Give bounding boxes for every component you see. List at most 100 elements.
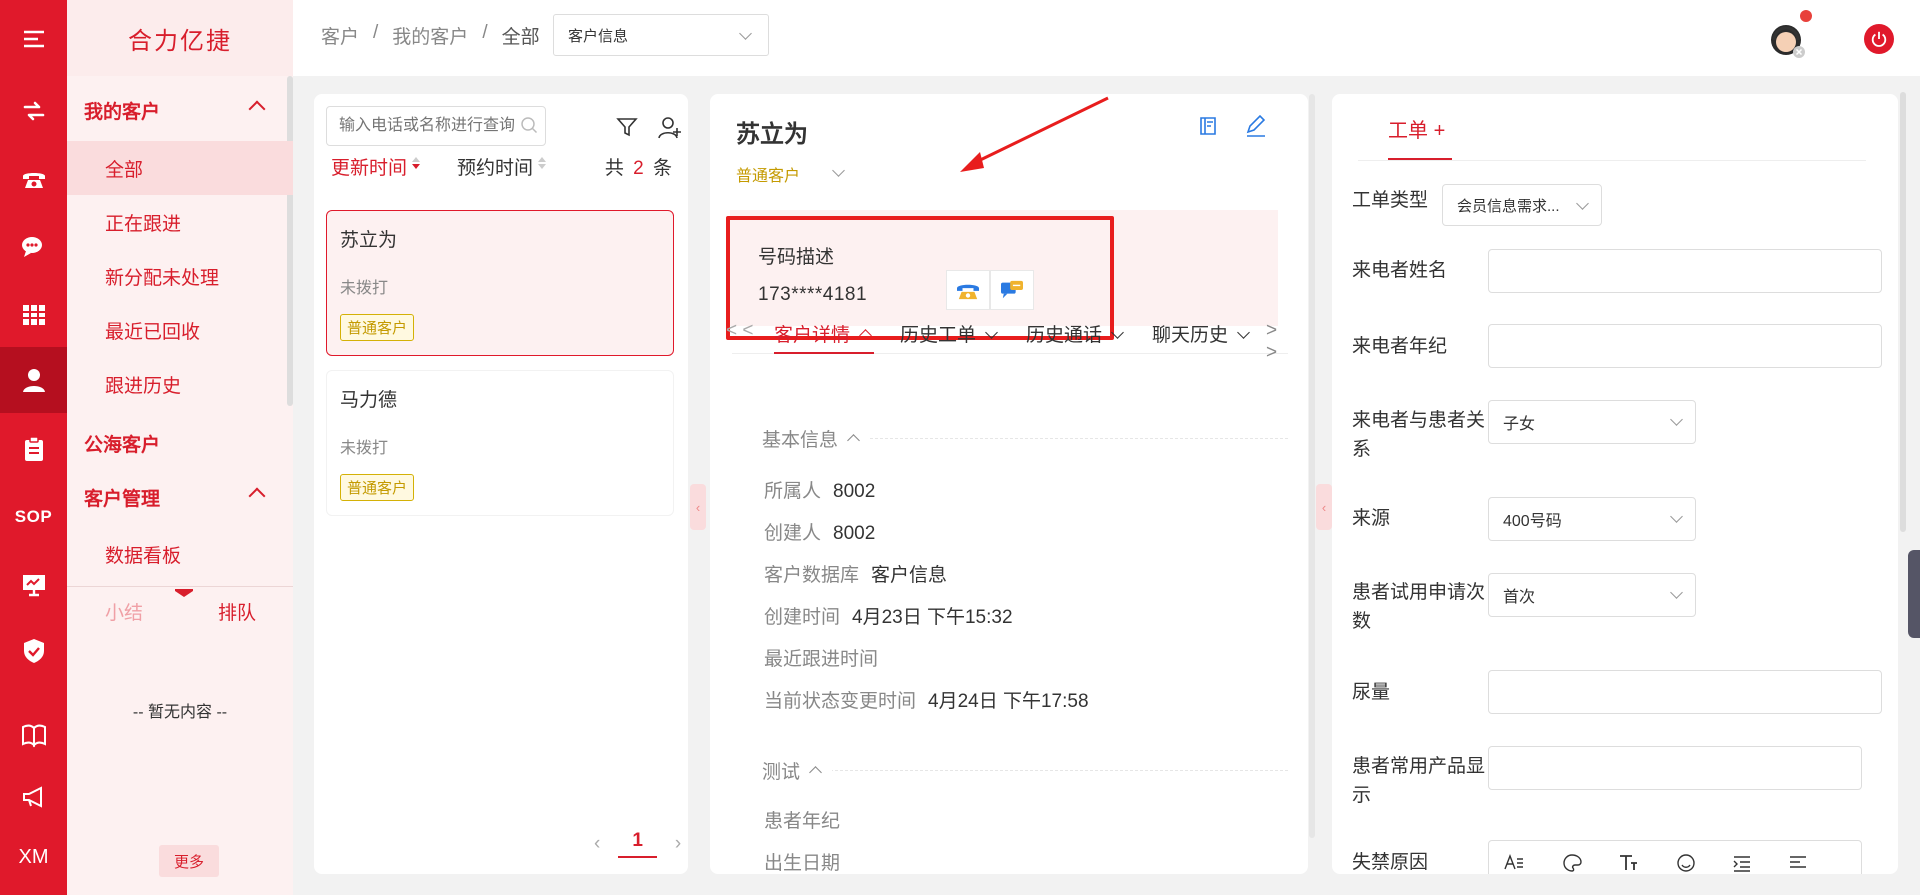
menu-icon[interactable] [0,6,67,72]
collapse-list-button[interactable]: ‹ [690,484,706,530]
sort-bar: 更新时间 预约时间 共 2 条 [331,152,672,180]
sort-update-time[interactable]: 更新时间 [331,153,407,180]
caller-age-input[interactable] [1488,324,1882,368]
collapse-detail-button[interactable]: ‹ [1316,484,1332,530]
power-icon[interactable] [1864,24,1894,54]
label-incontinence-cause: 失禁原因 [1352,852,1429,873]
customer-card[interactable]: 马力德 未拨打 普通客户 [326,370,674,516]
number-label: 号码描述 [758,247,835,268]
tab-customer-detail[interactable]: 客户详情 [774,320,873,347]
field-patient-age: 患者年纪 [764,811,841,832]
align-left-icon[interactable] [1787,853,1809,874]
section-basic-info[interactable]: 基本信息 [750,425,871,452]
sidebar-item-recently-recycled[interactable]: 最近已回收 [67,303,293,357]
sidebar-item-new-unprocessed[interactable]: 新分配未处理 [67,249,293,303]
sort-appointment-time[interactable]: 预约时间 [457,153,533,180]
breadcrumb: 客户 / 我的客户 / 全部 [321,22,540,49]
sop-icon[interactable]: SOP [0,484,67,550]
agent-avatar[interactable] [1766,18,1806,58]
tab-history-calls[interactable]: 历史通话 [1026,320,1125,347]
chevron-up-icon [859,329,873,342]
field-database: 客户数据库 客户信息 [764,565,948,586]
search-input[interactable] [326,106,546,146]
chevron-down-icon [1111,326,1125,339]
label-common-products: 患者常用产品显示 [1352,756,1486,806]
section-test[interactable]: 测试 [750,757,833,784]
call-button[interactable] [946,270,990,310]
field-last-follow-time: 最近跟进时间 [764,649,879,670]
tab-queue[interactable]: 排队 [218,598,256,625]
source-select[interactable]: 400号码 [1488,497,1696,541]
shield-icon[interactable] [0,618,67,684]
tabs-prev-button[interactable]: < < [726,320,753,342]
sidebar-group-my-customers[interactable]: 我的客户 [67,83,293,137]
empty-message: -- 暂无内容 -- [132,704,228,721]
tab-workorder[interactable]: 工单 + [1388,114,1445,143]
sidebar-item-all[interactable]: 全部 [67,141,293,195]
brand-title: 合力亿捷 [67,0,293,76]
label-source: 来源 [1352,508,1391,529]
active-tab-underline [1388,158,1452,160]
sidebar-item-dashboard[interactable]: 数据看板 [67,527,293,581]
sms-button[interactable] [990,270,1034,310]
chevron-up-icon [248,100,266,118]
call-status: 未拨打 [340,280,389,297]
label-urine-volume: 尿量 [1352,682,1391,703]
chevron-down-icon [1576,197,1589,210]
common-products-input[interactable] [1488,746,1862,790]
phone-icon[interactable] [0,146,67,212]
book-icon[interactable] [0,702,67,768]
urine-volume-input[interactable] [1488,670,1882,714]
next-page-icon[interactable]: › [675,833,681,855]
sidebar-group-public-customers[interactable]: 公海客户 [67,416,293,470]
breadcrumb-customers[interactable]: 客户 [321,22,359,49]
indent-icon[interactable] [1731,853,1753,874]
transfer-icon[interactable] [0,78,67,144]
side-widget-handle[interactable] [1908,550,1920,638]
customer-tag: 普通客户 [340,474,415,501]
chevron-up-icon [847,434,861,447]
monitor-icon[interactable] [0,552,67,618]
tab-summary[interactable]: 小结 [105,598,143,625]
customer-card[interactable]: 苏立为 未拨打 普通客户 [326,210,674,356]
clipboard-icon[interactable] [0,416,67,482]
breadcrumb-my-customers[interactable]: 我的客户 [392,22,468,49]
label-caller-name: 来电者姓名 [1352,260,1448,281]
chevron-down-icon [985,326,999,339]
chat-icon[interactable] [0,214,67,280]
user-initials: XM [18,845,49,868]
database-select[interactable]: 客户信息 [553,14,769,56]
sidebar-group-customer-management[interactable]: 客户管理 [67,470,293,524]
label-caller-age: 来电者年纪 [1352,336,1448,357]
prev-page-icon[interactable]: ‹ [594,833,600,855]
call-status: 未拨打 [340,440,389,457]
sidebar-item-follow-history[interactable]: 跟进历史 [67,357,293,411]
detail-scrollbar[interactable] [1309,94,1315,838]
breadcrumb-all: 全部 [501,27,540,48]
caller-name-input[interactable] [1488,249,1882,293]
active-tab-underline [774,352,874,354]
workorder-type-select[interactable]: 会员信息需求... [1442,184,1602,226]
tab-history-workorders[interactable]: 历史工单 [900,320,999,347]
trial-count-select[interactable]: 首次 [1488,573,1696,617]
filter-icon[interactable] [616,116,638,138]
emoji-icon[interactable] [1675,853,1697,874]
page-number[interactable]: 1 [618,830,657,858]
user-icon[interactable] [0,347,67,413]
customer-list-panel: 更新时间 预约时间 共 2 条 苏立为 未拨打 普通客户 马力德 未拨打 普通客… [314,94,688,874]
more-button[interactable]: 更多 [159,845,219,877]
add-workorder-icon[interactable]: + [1434,120,1446,142]
grid-icon[interactable] [0,282,67,348]
incontinence-cause-editor[interactable] [1488,840,1862,874]
relation-select[interactable]: 子女 [1488,400,1696,444]
sidebar-item-following[interactable]: 正在跟进 [67,195,293,249]
add-user-icon[interactable] [658,116,682,140]
search-icon[interactable] [520,116,538,134]
font-size-icon[interactable] [1503,853,1525,874]
text-format-icon[interactable] [1617,853,1639,874]
palette-icon[interactable] [1561,853,1583,874]
workorder-scrollbar[interactable] [1900,92,1906,532]
megaphone-icon[interactable] [0,764,67,830]
tab-chat-history[interactable]: 聊天历史 [1152,320,1251,347]
tabs-next-button[interactable]: > > [1266,320,1288,364]
